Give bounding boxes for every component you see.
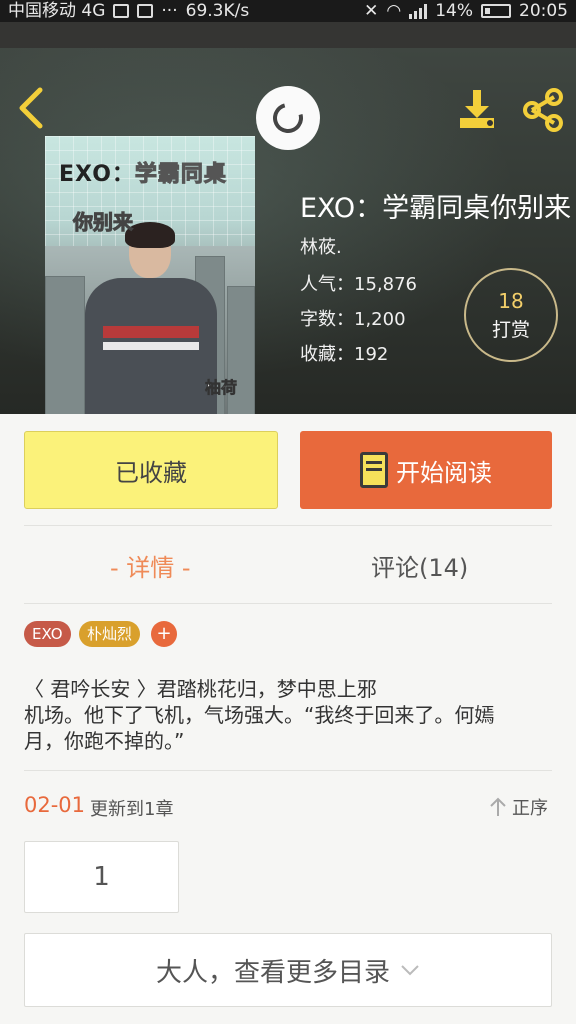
wifi-icon: ◠ bbox=[386, 1, 402, 21]
synopsis-line: 月，你跑不掉的。” bbox=[24, 729, 185, 753]
more-catalog-label: 大人，查看更多目录 bbox=[155, 957, 390, 988]
synopsis-line: 〈 君吟长安 〉君踏桃花归，梦中思上邪 bbox=[24, 677, 377, 701]
sort-label: 正序 bbox=[512, 798, 548, 819]
cover-title: EXO：学霸同桌 bbox=[59, 156, 227, 188]
tab-details[interactable]: - 详情 - bbox=[110, 548, 191, 583]
chevron-left-icon bbox=[19, 87, 43, 129]
popularity-stat: 人气：15,876 bbox=[300, 274, 417, 295]
share-icon bbox=[523, 88, 563, 132]
back-button[interactable] bbox=[14, 86, 48, 130]
start-reading-label: 开始阅读 bbox=[396, 458, 492, 487]
tab-comments[interactable]: 评论(14) bbox=[371, 548, 468, 583]
sort-toggle[interactable]: 正序 bbox=[488, 793, 554, 821]
cover-title-exo: EXO： bbox=[59, 162, 135, 187]
sweater-stripe bbox=[103, 326, 199, 338]
status-left: 中国移动 4G ··· 69.3K/s bbox=[8, 0, 249, 22]
divider bbox=[24, 770, 552, 771]
cover-signature: 柚荷 bbox=[205, 378, 238, 398]
signal-icon bbox=[409, 3, 428, 19]
refresh-icon bbox=[267, 97, 309, 139]
download-icon bbox=[460, 90, 494, 128]
divider bbox=[24, 603, 552, 604]
cover-building bbox=[45, 276, 85, 414]
start-reading-button[interactable]: 开始阅读 bbox=[300, 431, 552, 509]
tag-chanyeol[interactable]: 朴灿烈 bbox=[79, 621, 141, 647]
synopsis: 〈 君吟长安 〉君踏桃花归，梦中思上邪 机场。他下了飞机，气场强大。“我终于回来… bbox=[24, 676, 554, 754]
carrier-label: 中国移动 4G bbox=[8, 1, 106, 21]
refresh-button[interactable] bbox=[256, 86, 320, 150]
arrow-up-icon bbox=[490, 797, 506, 816]
reward-button[interactable]: 18 打赏 bbox=[464, 268, 558, 362]
reward-label: 打赏 bbox=[491, 318, 530, 341]
image-icon bbox=[137, 4, 154, 18]
synopsis-line: 机场。他下了飞机，气场强大。“我终于回来了。何嫣 bbox=[24, 703, 495, 727]
divider bbox=[24, 525, 552, 526]
reward-count: 18 bbox=[498, 288, 524, 313]
status-right: ✕ ◠ 14% 20:05 bbox=[364, 0, 568, 22]
mute-icon: ✕ bbox=[364, 1, 379, 21]
cover-person bbox=[85, 222, 217, 414]
notification-ghost bbox=[0, 22, 576, 48]
update-text: 更新到1章 bbox=[90, 799, 174, 820]
favorites-stat: 收藏：192 bbox=[300, 344, 389, 365]
cover-title-rest: 学霸同桌 bbox=[134, 162, 227, 188]
more-notifications: ··· bbox=[161, 1, 178, 21]
sweater-stripe bbox=[103, 342, 199, 350]
chapter-item[interactable]: 1 bbox=[24, 841, 179, 913]
clock: 20:05 bbox=[519, 1, 568, 21]
download-button[interactable] bbox=[456, 88, 500, 132]
cover-subtitle: 你别来 bbox=[73, 210, 134, 235]
notification-icon bbox=[113, 4, 130, 18]
favorited-button[interactable]: 已收藏 bbox=[24, 431, 278, 509]
chevron-down-icon bbox=[401, 965, 419, 976]
more-catalog-button[interactable]: 大人，查看更多目录 bbox=[24, 933, 552, 1007]
battery-icon bbox=[481, 4, 511, 18]
status-bar: 中国移动 4G ··· 69.3K/s ✕ ◠ 14% 20:05 bbox=[0, 0, 576, 22]
book-author[interactable]: 林莜. bbox=[300, 233, 342, 259]
share-button[interactable] bbox=[520, 88, 566, 132]
book-title: EXO：学霸同桌你别来 bbox=[300, 193, 572, 224]
update-date: 02-01 bbox=[24, 793, 86, 817]
book-icon bbox=[360, 452, 388, 488]
word-count-stat: 字数：1,200 bbox=[300, 309, 406, 330]
battery-percent: 14% bbox=[435, 1, 473, 21]
book-cover[interactable]: EXO：学霸同桌 你别来 柚荷 bbox=[45, 136, 255, 414]
add-tag-button[interactable]: + bbox=[151, 621, 177, 647]
network-speed: 69.3K/s bbox=[185, 1, 250, 21]
tag-exo[interactable]: EXO bbox=[24, 621, 71, 647]
